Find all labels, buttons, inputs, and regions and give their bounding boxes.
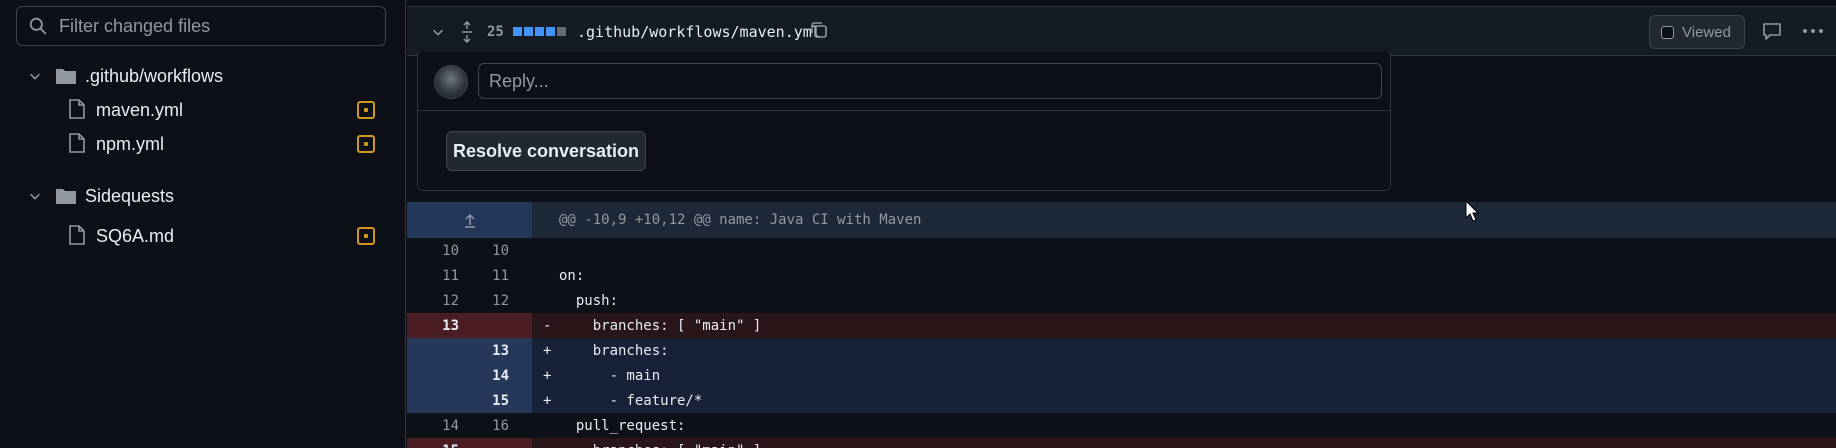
change-count: 25 [487, 24, 504, 40]
tree-folder-sidequests[interactable]: Sidequests [0, 178, 406, 214]
reply-input[interactable] [478, 63, 1382, 99]
diff-line-ctx[interactable]: 12 12 push: [407, 288, 1836, 313]
expand-up-icon[interactable] [462, 212, 478, 228]
avatar [434, 65, 468, 99]
diff-line-add[interactable]: 15 + - feature/* [407, 388, 1836, 413]
new-line-number: 13 [492, 343, 509, 359]
tree-folder-label: Sidequests [85, 186, 175, 206]
diff-line-ctx[interactable]: 10 10 [407, 238, 1836, 263]
old-line-number: 15 [407, 443, 459, 448]
filter-files-input[interactable] [59, 15, 359, 37]
chevron-down-icon[interactable] [28, 69, 42, 83]
diff-sign: - [543, 318, 552, 334]
hunk-header-text: @@ -10,9 +10,12 @@ name: Java CI with Ma… [559, 212, 922, 228]
tree-folder-label: .github/workflows [85, 66, 224, 86]
chevron-down-icon[interactable] [28, 189, 42, 203]
code-text: - feature/* [559, 393, 703, 409]
new-line-number: 15 [492, 393, 509, 409]
tree-folder-workflows[interactable]: .github/workflows [0, 58, 406, 94]
collapse-chevron-icon[interactable] [431, 25, 445, 39]
new-line-number: 12 [492, 293, 509, 309]
file-icon [69, 133, 85, 153]
expand-up-button[interactable] [407, 202, 532, 238]
mouse-cursor-icon [1465, 200, 1479, 222]
tree-file-label: npm.yml [96, 134, 165, 154]
folder-icon [56, 69, 76, 84]
tree-file-label: SQ6A.md [96, 226, 175, 246]
new-line-number: 10 [492, 243, 509, 259]
tree-file-sq6a[interactable]: SQ6A.md [0, 218, 406, 254]
diff-line-del[interactable]: 15 - branches: [ "main" ] [407, 438, 1836, 448]
code-text: on: [559, 268, 585, 284]
diff-sign: + [543, 368, 552, 384]
viewed-toggle[interactable]: Viewed [1649, 15, 1745, 49]
viewed-checkbox[interactable] [1661, 25, 1674, 39]
code-text: branches: [559, 343, 669, 359]
expand-all-icon[interactable] [459, 21, 475, 43]
search-icon [29, 17, 47, 35]
filter-files-field[interactable] [16, 6, 386, 46]
diffstat-block [546, 27, 555, 36]
code-text: - main [559, 368, 661, 384]
diff-view: 25 .github/workflows/maven.yml Viewed Re… [407, 0, 1836, 448]
viewed-label: Viewed [1682, 23, 1731, 41]
file-modified-icon [357, 101, 375, 119]
new-line-number: 14 [492, 368, 509, 384]
copy-icon[interactable] [809, 20, 829, 40]
file-tree-sidebar: .github/workflows maven.yml npm.yml Side… [0, 0, 406, 448]
old-line-number: 14 [442, 418, 459, 434]
diff-line-del[interactable]: 13 - branches: [ "main" ] [407, 313, 1836, 338]
folder-icon [56, 189, 76, 204]
diff-line-ctx[interactable]: 11 11 on: [407, 263, 1836, 288]
old-line-number: 12 [442, 293, 459, 309]
file-name-link[interactable]: .github/workflows/maven.yml [577, 23, 821, 41]
diffstat-block [557, 27, 566, 36]
old-line-number: 10 [442, 243, 459, 259]
tree-file-npm[interactable]: npm.yml [0, 126, 406, 162]
old-line-number: 13 [442, 318, 459, 334]
diff-line-ctx[interactable]: 14 16 pull_request: [407, 413, 1836, 438]
tree-file-label: maven.yml [96, 100, 184, 120]
diff-line-add[interactable]: 13 + branches: [407, 338, 1836, 363]
code-text: push: [559, 293, 619, 309]
diff-sign: + [543, 393, 552, 409]
file-icon [69, 225, 85, 245]
more-options-icon[interactable] [1802, 21, 1824, 41]
diff-sign: + [543, 343, 552, 359]
diffstat-block [524, 27, 533, 36]
old-line-number: 11 [442, 268, 459, 284]
file-modified-icon [357, 227, 375, 245]
divider [418, 110, 1390, 111]
hunk-header: @@ -10,9 +10,12 @@ name: Java CI with Ma… [407, 202, 1836, 238]
comment-icon[interactable] [1762, 21, 1782, 41]
diffstat-blocks [513, 27, 566, 36]
diff-sign: - [543, 443, 551, 448]
new-line-number: 16 [492, 418, 509, 434]
code-text: branches: [ "main" ] [559, 318, 762, 334]
conversation-thread: Resolve conversation [417, 52, 1391, 191]
resolve-conversation-button[interactable]: Resolve conversation [446, 131, 646, 171]
tree-file-maven[interactable]: maven.yml [0, 92, 406, 128]
diffstat-block [513, 27, 522, 36]
diff-line-add[interactable]: 14 + - main [407, 363, 1836, 388]
new-line-number: 11 [492, 268, 509, 284]
diffstat-block [535, 27, 544, 36]
code-text: branches: [ "main" ] [559, 443, 762, 448]
file-modified-icon [357, 135, 375, 153]
file-header: 25 .github/workflows/maven.yml Viewed [407, 6, 1836, 56]
file-icon [69, 99, 85, 119]
code-text: pull_request: [559, 418, 686, 434]
